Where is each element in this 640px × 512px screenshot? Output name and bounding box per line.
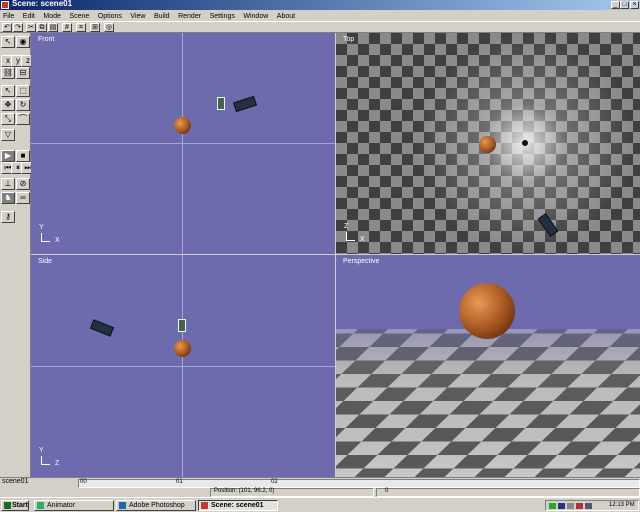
axis-h-line [41,241,50,242]
layout-icon[interactable]: ⊞ [90,23,100,32]
axis-h-line [346,240,355,241]
axis-v-label: Z [344,223,349,230]
select-arrow-icon[interactable]: ↖ [1,36,15,48]
axis-h-label: X [360,236,365,243]
position-text: Position: (101, 96.2, 0) [214,488,275,494]
grid-axis-horizontal [31,366,335,367]
tray-icon-5[interactable] [585,503,592,509]
app-icon [1,1,9,9]
light-object[interactable] [178,319,186,332]
tick-label: 02 [271,479,278,485]
viewport-perspective[interactable]: Perspective [336,255,640,477]
hierarchy-icon[interactable]: ⊟ [16,67,30,79]
camera-object[interactable] [232,95,258,113]
maximize-button[interactable]: □ [620,1,629,9]
light-object[interactable] [217,97,225,110]
timeline: scene01 00 01 02 [0,477,640,488]
menu-bar: File Edit Mode Scene Options View Build … [0,10,640,21]
photoshop-icon [119,502,126,509]
redo-icon[interactable]: ↷ [13,23,23,32]
windows-logo-icon [4,502,11,509]
tick-label: 00 [80,479,87,485]
eye-icon[interactable]: ◉ [16,36,30,48]
tray-icon-1[interactable] [549,503,556,509]
task-animator[interactable]: Animator [34,500,114,511]
task-label: Scene: scene01 [211,502,264,509]
sphere-object[interactable] [174,117,191,134]
task-scene[interactable]: Scene: scene01 [198,500,278,511]
position-readout: Position: (101, 96.2, 0) [210,488,374,497]
undo-icon[interactable]: ↶ [2,23,12,32]
copy-icon[interactable]: ⧉ [37,23,47,32]
viewport-label-side: Side [38,258,53,265]
shirt-icon[interactable]: ♞ [1,192,15,204]
scene-icon [201,502,208,509]
camera-object[interactable] [89,319,115,337]
system-tray: 12:13 PM [545,500,639,511]
checker-floor [336,329,640,477]
light-object[interactable] [520,138,530,148]
taskbar: Start Animator Adobe Photoshop Scene: sc… [0,497,640,512]
axis-h-line [41,464,50,465]
marquee-icon[interactable]: ⬚ [16,85,30,97]
morph-icon[interactable]: ⊘ [16,178,30,190]
sphere-object[interactable] [479,136,496,153]
axis-v-label: Y [39,224,44,231]
sphere-object[interactable] [459,283,515,339]
viewport-label-perspective: Perspective [343,258,380,265]
tray-icon-2[interactable] [558,503,565,509]
path-icon[interactable]: ⊥ [1,178,15,190]
frame-readout: 0 [376,488,640,497]
tray-icon-3[interactable] [567,503,574,509]
tool-palette: ↖ ◉ x y z ⛓ ⊟ ↖ ⬚ ✥ ↻ ⤡ ⌒ ▽ ▶ ■ ⏮ ⏸ ⏭ ⊥ … [0,33,35,477]
stop-icon[interactable]: ■ [16,150,30,162]
cut-icon[interactable]: ✂ [26,23,36,32]
loop-icon[interactable]: ∞ [16,192,30,204]
title-bar: Scene: scene01 _ □ × [0,0,640,10]
viewport-label-top: Top [343,36,355,43]
tray-icon-4[interactable] [576,503,583,509]
grid-axis-horizontal [31,143,335,144]
task-label: Adobe Photoshop [129,502,185,509]
viewport-front[interactable]: Front Y X [31,33,335,254]
timeline-ruler[interactable]: 00 01 02 [78,479,640,488]
task-label: Animator [47,502,76,509]
axis-h-label: X [55,237,60,244]
start-button[interactable]: Start [1,500,29,511]
status-bar: Position: (101, 96.2, 0) 0 [0,488,640,497]
axis-h-label: Z [55,460,60,467]
task-photoshop[interactable]: Adobe Photoshop [116,500,196,511]
sphere-object[interactable] [174,340,191,357]
viewport-top[interactable]: Top Z X [336,33,640,254]
rotate-icon[interactable]: ↻ [16,99,30,111]
move-icon[interactable]: ✥ [1,99,15,111]
axis-v-label: Y [39,447,44,454]
frame-text: 0 [385,488,389,494]
render-icon[interactable]: ◎ [104,23,114,32]
camera-object[interactable] [537,213,559,237]
scene-name: scene01 [2,478,29,485]
link-icon[interactable]: ⛓ [1,67,15,79]
viewport-side[interactable]: Side Y Z [31,255,335,477]
play-icon[interactable]: ▶ [1,150,15,162]
cone-icon[interactable]: ▽ [1,129,15,141]
toolbar: ↶ ↷ ✂ ⧉ ▤ # ⌗ ⊞ ◎ [0,21,640,33]
bend-icon[interactable]: ⌒ [16,113,30,125]
window-title: Scene: scene01 [12,0,73,8]
floor-checker-svg [336,329,640,477]
viewport-label-front: Front [38,36,55,43]
grid-icon[interactable]: # [62,23,72,32]
tick-label: 01 [176,479,183,485]
start-label: Start [12,502,28,509]
close-button[interactable]: × [630,1,639,9]
clock: 12:13 PM [609,502,635,508]
snap-icon[interactable]: ⌗ [76,23,86,32]
scale-icon[interactable]: ⤡ [1,113,15,125]
paste-icon[interactable]: ▤ [48,23,58,32]
pointer-icon[interactable]: ↖ [1,85,15,97]
animator-icon [37,502,44,509]
key-icon[interactable]: ⚷ [1,211,15,223]
minimize-button[interactable]: _ [611,1,620,9]
